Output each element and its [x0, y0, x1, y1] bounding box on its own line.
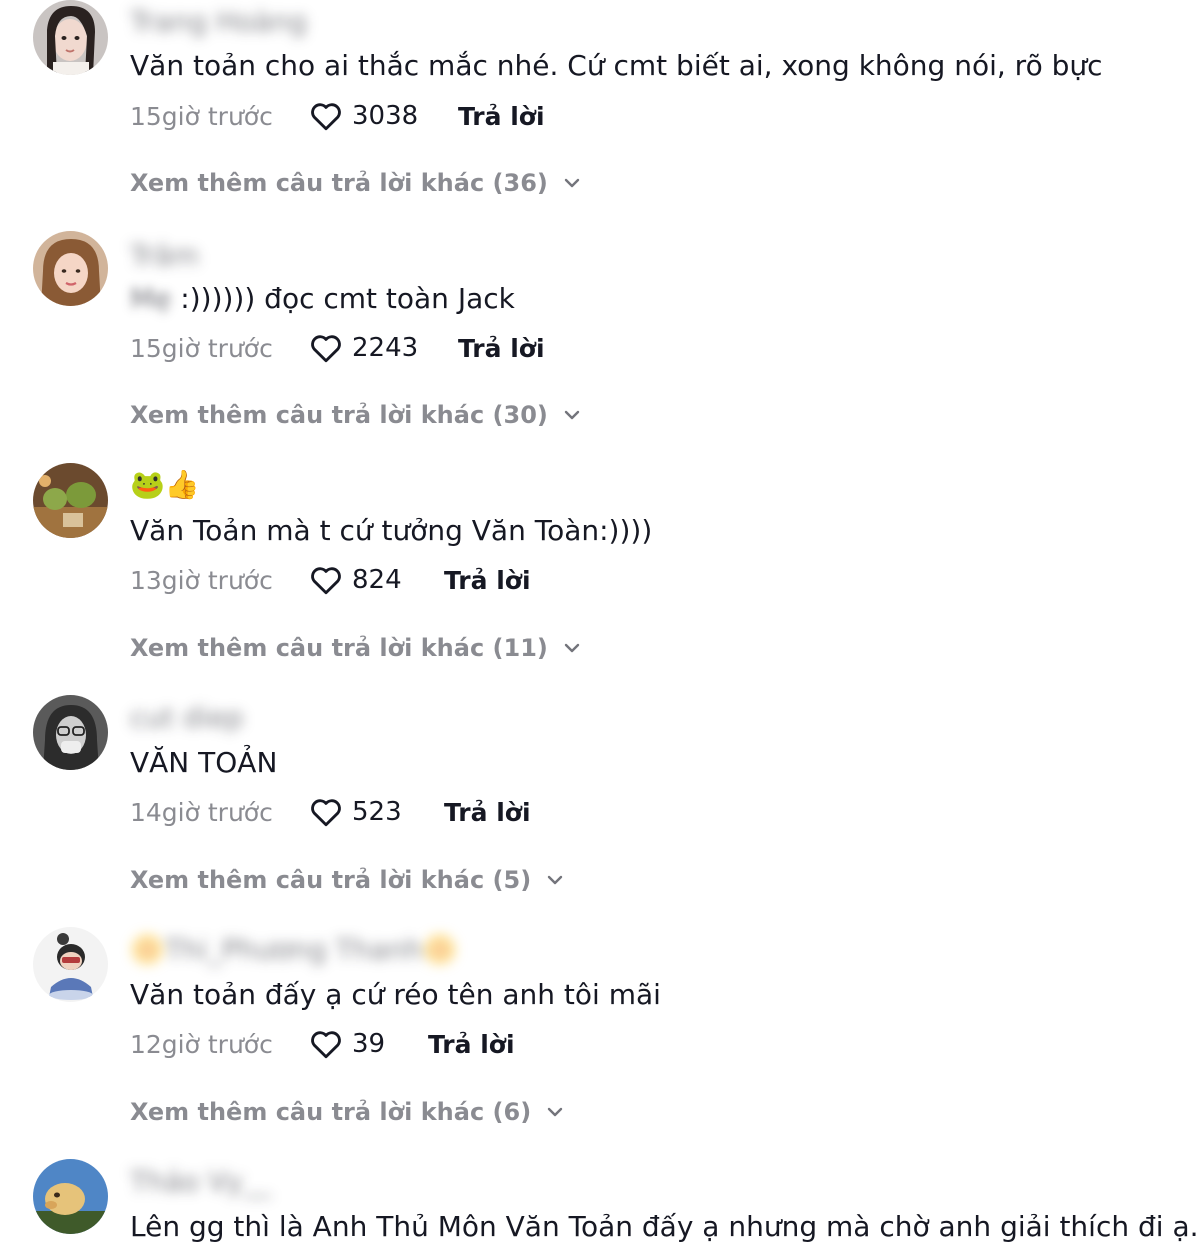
like-button[interactable]: 3038	[308, 98, 458, 134]
comment-text: Văn toản đấy ạ cứ réo tên anh tôi mãi	[130, 978, 661, 1011]
comment-username[interactable]: 🐸👍	[130, 465, 200, 505]
view-more-replies-label: Xem thêm câu trả lời khác (5)	[130, 866, 532, 894]
view-more-replies-label: Xem thêm câu trả lời khác (36)	[130, 169, 548, 197]
chevron-down-icon	[564, 178, 580, 188]
comment-username[interactable]: 🌼Thi_Phương Thanh🌼	[130, 930, 458, 970]
heart-outline-icon	[311, 335, 341, 363]
reply-button[interactable]: Trả lời	[444, 798, 531, 827]
comment-text: Mẹ :)))))) đọc cmt toàn Jack	[130, 281, 515, 317]
like-count: 39	[352, 1029, 386, 1059]
view-more-replies[interactable]: Xem thêm câu trả lời khác (6)	[130, 1095, 565, 1129]
like-button[interactable]: 523	[308, 794, 444, 830]
chevron-down-icon	[547, 875, 563, 885]
avatar[interactable]	[33, 1159, 108, 1234]
view-more-replies-label: Xem thêm câu trả lời khác (30)	[130, 401, 548, 429]
comment-text: VĂN TOẢN	[130, 746, 278, 779]
comment-text: Văn toản cho ai thắc mắc nhé. Cứ cmt biế…	[130, 49, 1103, 82]
avatar[interactable]	[33, 463, 108, 538]
comment-meta: 15giờ trước 3038 Trả lời	[130, 96, 545, 136]
comment-meta: 14giờ trước 523 Trả lời	[130, 792, 531, 832]
reply-button[interactable]: Trả lời	[428, 1030, 515, 1059]
comment-meta: 13giờ trước 824 Trả lời	[130, 560, 531, 600]
like-count: 523	[352, 797, 402, 827]
comment-text-body: :)))))) đọc cmt toàn Jack	[171, 282, 515, 315]
comment-username[interactable]: Trâm	[130, 236, 199, 276]
reply-button[interactable]: Trả lời	[444, 566, 531, 595]
comment-username[interactable]: Thảo Vy__	[130, 1162, 271, 1202]
heart-outline-icon	[311, 103, 341, 131]
comment-meta: 12giờ trước 39 Trả lời	[130, 1024, 515, 1064]
username-emoji: 🐸👍	[130, 468, 200, 501]
chevron-down-icon	[547, 1107, 563, 1117]
like-button[interactable]: 39	[308, 1026, 428, 1062]
comment-username[interactable]: cut diep	[130, 698, 244, 738]
heart-outline-icon	[311, 567, 341, 595]
avatar[interactable]	[33, 695, 108, 770]
view-more-replies[interactable]: Xem thêm câu trả lời khác (11)	[130, 631, 582, 665]
comment-time: 14giờ trước	[130, 797, 273, 827]
comment-time: 15giờ trước	[130, 101, 273, 131]
reply-button[interactable]: Trả lời	[458, 102, 545, 131]
view-more-replies-label: Xem thêm câu trả lời khác (6)	[130, 1098, 532, 1126]
like-button[interactable]: 2243	[308, 330, 458, 366]
avatar[interactable]	[33, 0, 108, 75]
like-count: 3038	[352, 101, 419, 131]
like-button[interactable]: 824	[308, 562, 444, 598]
chevron-down-icon	[564, 643, 580, 653]
chevron-down-icon	[564, 410, 580, 420]
avatar[interactable]	[33, 927, 108, 1002]
view-more-replies[interactable]: Xem thêm câu trả lời khác (30)	[130, 398, 582, 432]
view-more-replies[interactable]: Xem thêm câu trả lời khác (36)	[130, 166, 582, 200]
view-more-replies-label: Xem thêm câu trả lời khác (11)	[130, 634, 548, 662]
like-count: 2243	[352, 333, 419, 363]
heart-outline-icon	[311, 799, 341, 827]
blurred-word: Mẹ	[130, 282, 172, 315]
comment-time: 13giờ trước	[130, 565, 273, 595]
like-count: 824	[352, 565, 402, 595]
heart-outline-icon	[311, 1031, 341, 1059]
reply-button[interactable]: Trả lời	[458, 334, 545, 363]
comment-meta: 15giờ trước 2243 Trả lời	[130, 328, 545, 368]
comment-time: 12giờ trước	[130, 1029, 273, 1059]
comment-username[interactable]: Trang Hoàng	[130, 2, 307, 42]
comment-time: 15giờ trước	[130, 333, 273, 363]
comment-text: Lên gg thì là Anh Thủ Môn Văn Toản đấy ạ…	[130, 1210, 1200, 1243]
avatar[interactable]	[33, 231, 108, 306]
view-more-replies[interactable]: Xem thêm câu trả lời khác (5)	[130, 863, 565, 897]
comment-text: Văn Toản mà t cứ tưởng Văn Toàn:))))	[130, 514, 653, 547]
